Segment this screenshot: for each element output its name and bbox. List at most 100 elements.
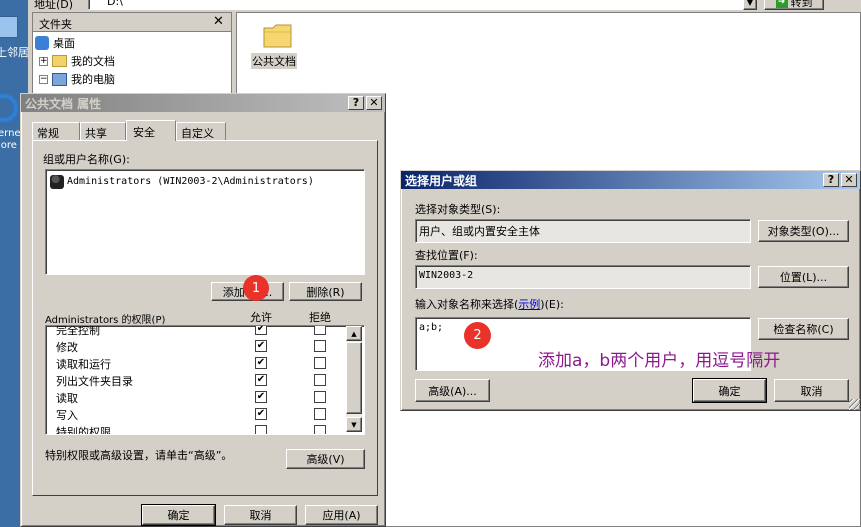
- step-marker-label: 1: [251, 280, 261, 296]
- advanced-button[interactable]: 高级(A)...: [415, 379, 490, 402]
- select-users-dialog: 选择用户或组 ? ✕ 选择对象类型(S): 用户、组或内置安全主体 对象类型(O…: [400, 170, 861, 411]
- locations-button[interactable]: 位置(L)...: [758, 266, 849, 288]
- collapse-icon[interactable]: −: [39, 74, 48, 84]
- tree-item-my-documents[interactable]: + 我的文档: [39, 52, 115, 70]
- advanced-button-label: 高级(A)...: [428, 384, 477, 398]
- tab-sharing[interactable]: 共享: [80, 122, 126, 140]
- object-types-button-label: 对象类型(O)...: [767, 225, 840, 238]
- go-label: 转到: [790, 0, 813, 9]
- tree-item-desktop[interactable]: 桌面: [35, 34, 75, 52]
- tab-security[interactable]: 安全: [126, 120, 176, 141]
- cancel-button[interactable]: 取消: [774, 379, 849, 402]
- permission-name: 完全控制: [56, 325, 100, 337]
- folder-icon: [263, 24, 292, 48]
- remove-button[interactable]: 删除(R): [289, 282, 362, 301]
- expand-icon[interactable]: +: [39, 56, 48, 66]
- allow-checkbox[interactable]: ✔: [255, 357, 267, 369]
- advanced-button-label: 高级(V): [306, 453, 345, 466]
- list-item[interactable]: Administrators (WIN2003-2\Administrators…: [50, 173, 314, 190]
- dialog-title: 选择用户或组: [405, 173, 478, 188]
- annotation-note: 添加a，b两个用户，用逗号隔开: [538, 351, 781, 371]
- permissions-list[interactable]: 完全控制 修改 读取和运行 列出文件夹目录 读取 写入 特别的权限 ✔ ✔ ✔ …: [45, 325, 365, 435]
- close-icon[interactable]: ✕: [213, 14, 224, 29]
- ok-button[interactable]: 确定: [692, 378, 767, 403]
- help-button[interactable]: ?: [348, 96, 364, 110]
- tab-label: 共享: [85, 127, 107, 140]
- close-button[interactable]: ✕: [841, 173, 857, 187]
- location-value: WIN2003-2: [419, 270, 474, 281]
- deny-checkbox[interactable]: [314, 391, 326, 403]
- object-types-button[interactable]: 对象类型(O)...: [758, 220, 849, 242]
- permission-name: 读取: [56, 392, 78, 405]
- examples-link[interactable]: 示例: [518, 298, 540, 311]
- advanced-button[interactable]: 高级(V): [286, 449, 365, 469]
- internet-explorer-icon: [0, 94, 18, 122]
- network-icon: [0, 16, 18, 38]
- deny-checkbox[interactable]: [314, 408, 326, 420]
- folder-item-public-documents[interactable]: 公共文档: [249, 21, 303, 71]
- allow-checkbox[interactable]: ✔: [255, 391, 267, 403]
- scroll-down-button[interactable]: ▼: [346, 417, 362, 432]
- apply-button[interactable]: 应用(A): [305, 505, 378, 525]
- object-type-value: 用户、组或内置安全主体: [419, 225, 540, 238]
- tab-customize[interactable]: 自定义: [176, 122, 226, 140]
- deny-checkbox[interactable]: [314, 326, 326, 335]
- select-users-titlebar: 选择用户或组: [401, 171, 860, 189]
- cancel-button-label: 取消: [249, 509, 272, 522]
- deny-checkbox[interactable]: [314, 340, 326, 352]
- cancel-button[interactable]: 取消: [224, 505, 297, 525]
- location-field: WIN2003-2: [415, 265, 751, 289]
- step-marker-label: 2: [473, 328, 482, 343]
- desktop-icon: [35, 36, 49, 50]
- deny-checkbox[interactable]: [314, 357, 326, 369]
- allow-header: 允许: [250, 311, 272, 324]
- apply-button-label: 应用(A): [322, 509, 361, 522]
- allow-checkbox[interactable]: ✔: [255, 374, 267, 386]
- address-dropdown-button[interactable]: ▼: [743, 0, 757, 10]
- cancel-button-label: 取消: [800, 384, 823, 398]
- desktop-icon-label-line1: erne: [0, 128, 21, 139]
- computer-icon: [52, 72, 67, 86]
- folder-icon: [52, 55, 67, 67]
- properties-dialog-titlebar: 公共文档 属性: [21, 94, 385, 112]
- allow-checkbox[interactable]: [255, 425, 267, 434]
- step-marker-1: 1: [243, 275, 269, 301]
- permission-row: 完全控制: [56, 325, 100, 339]
- users-listbox[interactable]: Administrators (WIN2003-2\Administrators…: [45, 169, 365, 275]
- desktop-icon-network[interactable]: 上邻居: [0, 14, 29, 64]
- user-group-icon: [50, 174, 64, 189]
- folders-pane-title: 文件夹: [39, 18, 72, 31]
- step-marker-2: 2: [464, 322, 491, 349]
- permission-name: 特别的权限: [56, 426, 111, 435]
- allow-checkbox[interactable]: ✔: [255, 326, 267, 335]
- help-button[interactable]: ?: [823, 173, 839, 187]
- address-input[interactable]: D:\: [88, 0, 756, 10]
- tree-item-label: 我的电脑: [71, 73, 115, 86]
- check-names-button-label: 检查名称(C): [773, 323, 834, 336]
- deny-checkbox[interactable]: [314, 425, 326, 434]
- deny-checkbox[interactable]: [314, 374, 326, 386]
- scroll-up-button[interactable]: ▲: [346, 326, 362, 341]
- ok-button[interactable]: 确定: [141, 504, 216, 526]
- properties-dialog: 公共文档 属性 ? ✕ 常规 共享 安全 自定义 组或用户名称(G): Admi…: [20, 93, 386, 527]
- deny-header: 拒绝: [309, 311, 331, 324]
- group-label: 组或用户名称(G):: [43, 153, 130, 166]
- tree-item-my-computer[interactable]: − 我的电脑: [39, 70, 115, 88]
- remove-button-label: 删除(R): [306, 285, 345, 299]
- address-label: 地址(D): [34, 0, 74, 11]
- check-names-button[interactable]: 检查名称(C): [758, 318, 849, 340]
- dialog-title: 公共文档 属性: [25, 96, 102, 111]
- permission-row: 特别的权限: [56, 424, 111, 435]
- go-button[interactable]: ➜ 转到: [764, 0, 824, 10]
- close-button[interactable]: ✕: [366, 96, 382, 110]
- scroll-thumb[interactable]: [346, 342, 362, 414]
- special-permissions-text: 特别权限或高级设置，请单击“高级”。: [45, 449, 233, 462]
- tab-general[interactable]: 常规: [32, 122, 80, 140]
- allow-checkbox[interactable]: ✔: [255, 340, 267, 352]
- allow-checkbox[interactable]: ✔: [255, 408, 267, 420]
- go-arrow-icon: ➜: [775, 0, 788, 8]
- permission-name: 写入: [56, 409, 78, 422]
- resize-grip-icon[interactable]: [849, 399, 860, 410]
- scrollbar[interactable]: ▲ ▼: [346, 326, 362, 432]
- tab-label: 自定义: [181, 127, 214, 140]
